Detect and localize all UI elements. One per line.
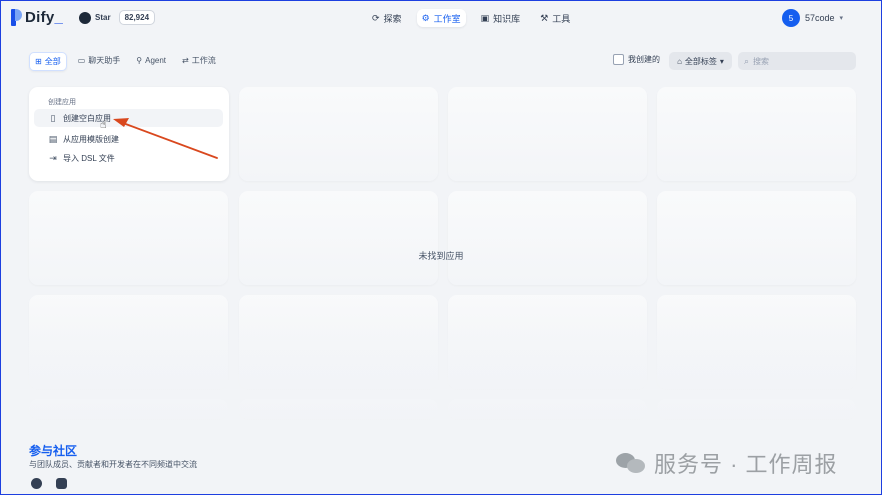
- github-star-button[interactable]: Star 82,924: [79, 10, 156, 25]
- workflow-icon: ⇄: [182, 56, 189, 65]
- tab-workflow-label: 工作流: [191, 56, 216, 65]
- nav-studio[interactable]: ⚙ 工作室: [416, 9, 466, 27]
- create-app-title: 创建应用: [48, 99, 76, 106]
- nav-explore-label: 探索: [383, 13, 402, 24]
- tab-workflow[interactable]: ⇄ 工作流: [177, 52, 221, 69]
- nav-knowledge-label: 知识库: [493, 13, 521, 24]
- created-by-me-checkbox[interactable]: [613, 54, 624, 65]
- app-card-placeholder: [657, 191, 856, 285]
- wechat-icon: [616, 451, 646, 475]
- chevron-down-icon: ▾: [839, 15, 843, 22]
- robot-icon: ⚙: [421, 12, 430, 23]
- app-card-placeholder: [448, 191, 647, 285]
- app-card-placeholder: [239, 191, 438, 285]
- create-blank-app-button[interactable]: ▯ 创建空白应用: [34, 109, 223, 127]
- account-menu[interactable]: 5 57code ▾: [781, 9, 843, 27]
- template-icon: ▤: [48, 133, 58, 144]
- nav-tools-label: 工具: [552, 13, 571, 24]
- grid-icon: ⊞: [35, 57, 42, 66]
- social-links: [31, 478, 67, 489]
- app-window: Dify_ Star 82,924 ⟳ 探索 ⚙ 工作室 ▣ 知识库 ⚒ 工具: [0, 0, 882, 495]
- tag-filter-dropdown[interactable]: ⌂ 全部标签 ▾: [669, 52, 732, 70]
- main-nav: ⟳ 探索 ⚙ 工作室 ▣ 知识库 ⚒ 工具: [367, 9, 575, 27]
- import-dsl-label: 导入 DSL 文件: [63, 153, 115, 163]
- nav-tools[interactable]: ⚒ 工具: [535, 9, 575, 27]
- account-name: 57code: [804, 13, 835, 23]
- book-icon: ▣: [480, 12, 490, 23]
- app-card-placeholder: [239, 87, 438, 181]
- community-title: 参与社区: [29, 444, 78, 458]
- create-from-template-button[interactable]: ▤ 从应用模版创建: [34, 130, 223, 148]
- app-card-placeholder: [29, 191, 228, 285]
- create-from-template-label: 从应用模版创建: [63, 134, 119, 144]
- github-star-label: Star: [95, 13, 111, 22]
- nav-studio-label: 工作室: [433, 13, 461, 24]
- search-input[interactable]: ⌕ 搜索: [738, 52, 856, 70]
- community-subtitle: 与团队成员、贡献者和开发者在不同频道中交流: [29, 460, 197, 469]
- app-card-placeholder: [657, 87, 856, 181]
- bottom-fade: [1, 291, 881, 431]
- tab-all-label: 全部: [44, 57, 61, 66]
- empty-state-text: 未找到应用: [418, 251, 464, 261]
- agent-icon: ⚲: [136, 56, 143, 65]
- top-navigation: Dify_ Star 82,924 ⟳ 探索 ⚙ 工作室 ▣ 知识库 ⚒ 工具: [1, 1, 881, 35]
- github-icon: [79, 11, 91, 24]
- nav-knowledge[interactable]: ▣ 知识库: [476, 9, 526, 27]
- tab-all[interactable]: ⊞ 全部: [29, 52, 67, 71]
- app-card-placeholder: [448, 87, 647, 181]
- dify-logo[interactable]: Dify_: [11, 9, 63, 26]
- file-plus-icon: ▯: [50, 112, 56, 123]
- search-icon: ⌕: [744, 55, 750, 66]
- avatar: 5: [781, 9, 800, 27]
- watermark-text: 服务号 · 工作周报: [654, 452, 838, 477]
- tab-chatbot[interactable]: ▭ 聊天助手: [73, 52, 126, 69]
- logo-text: Dify_: [25, 9, 64, 26]
- import-dsl-button[interactable]: ⇥ 导入 DSL 文件: [34, 149, 223, 167]
- created-by-me-filter[interactable]: 我创建的: [613, 54, 660, 65]
- compass-icon: ⟳: [372, 12, 380, 23]
- tag-filter-label: 全部标签: [684, 56, 717, 66]
- dify-logo-mark: [11, 9, 22, 26]
- chevron-down-icon: ▾: [719, 56, 724, 66]
- import-icon: ⇥: [49, 152, 57, 163]
- tab-agent[interactable]: ⚲ Agent: [131, 52, 171, 69]
- tag-icon: ⌂: [677, 56, 682, 66]
- discord-icon[interactable]: [56, 478, 67, 489]
- tab-chatbot-label: 聊天助手: [88, 56, 121, 65]
- created-by-me-label: 我创建的: [628, 55, 660, 64]
- chat-icon: ▭: [77, 56, 86, 65]
- tab-agent-label: Agent: [145, 56, 167, 65]
- search-placeholder: 搜索: [753, 56, 770, 66]
- nav-explore[interactable]: ⟳ 探索: [367, 9, 407, 27]
- github-star-count: 82,924: [118, 10, 156, 25]
- hand-cursor-icon: ☝: [100, 119, 107, 131]
- create-app-card: 创建应用 ▯ 创建空白应用 ▤ 从应用模版创建 ⇥ 导入 DSL 文件: [29, 87, 229, 181]
- wechat-watermark: 服务号 · 工作周报: [616, 447, 838, 479]
- github-icon[interactable]: [31, 478, 42, 489]
- hammer-icon: ⚒: [540, 12, 549, 23]
- app-type-tabs: ⊞ 全部 ▭ 聊天助手 ⚲ Agent ⇄ 工作流: [29, 52, 221, 71]
